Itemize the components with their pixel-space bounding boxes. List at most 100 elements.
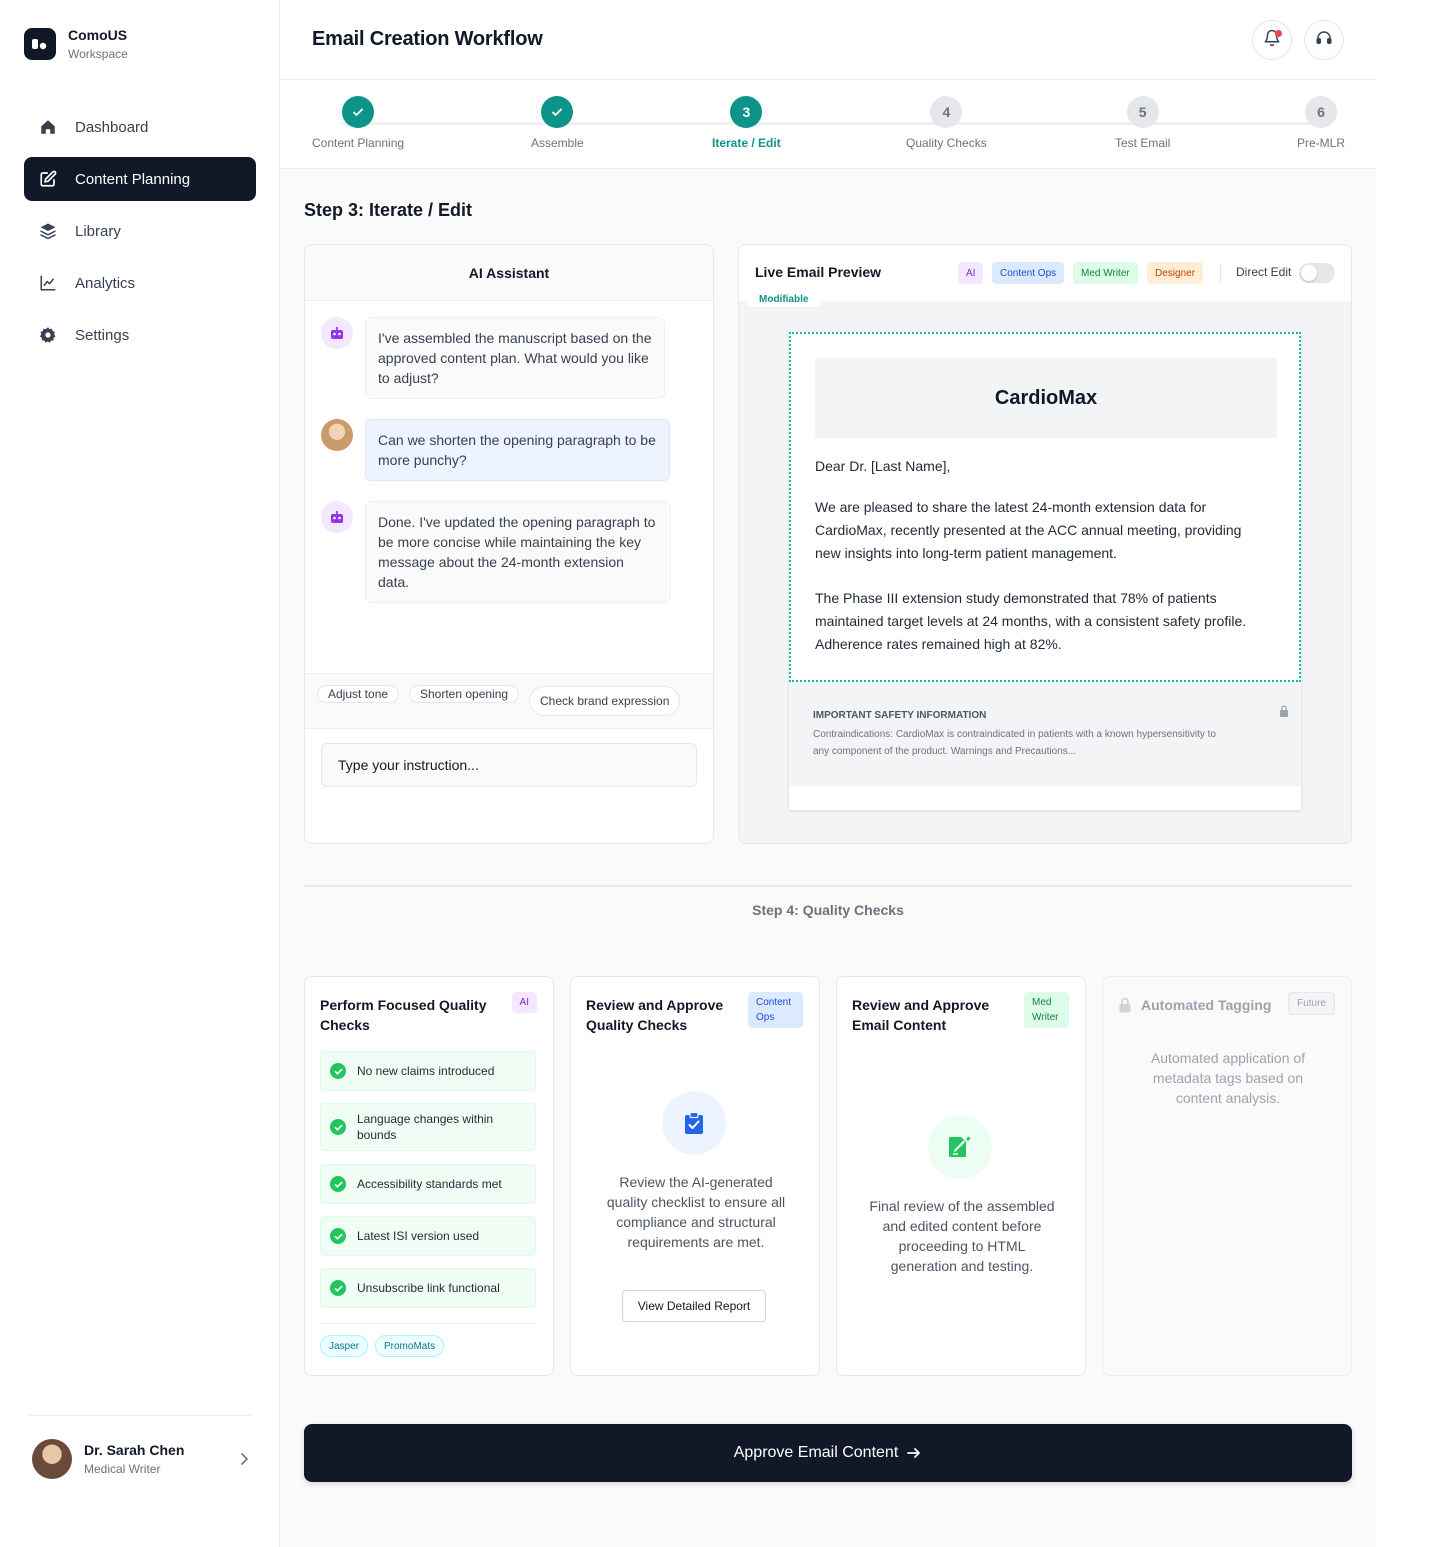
view-detailed-report-button[interactable]: View Detailed Report (622, 1290, 766, 1322)
email-brand-header: CardioMax (815, 358, 1277, 438)
sidebar-item-library[interactable]: Library (24, 209, 256, 253)
role-tag-designer: Designer (1147, 262, 1204, 284)
suggestion-chip[interactable]: Shorten opening (409, 685, 520, 703)
sidebar-item-label: Content Planning (75, 170, 191, 188)
card-title: Perform Focused Quality Checks (320, 997, 487, 1033)
approve-email-content-button[interactable]: Approve Email Content (304, 1424, 1352, 1482)
editable-region[interactable]: CardioMax Dear Dr. [Last Name], We are p… (789, 332, 1301, 682)
page-header: Email Creation Workflow (280, 0, 1376, 80)
notifications-button[interactable] (1252, 20, 1292, 60)
check-label: Unsubscribe link functional (357, 1281, 500, 1295)
step-label: Test Email (1115, 136, 1171, 150)
step-test-email[interactable]: 5 Test Email (1115, 96, 1170, 150)
notification-dot (1275, 30, 1282, 37)
card-title: Review and Approve Quality Checks (586, 997, 724, 1033)
step-number: 5 (1126, 96, 1159, 128)
brand-logo-icon (24, 28, 56, 60)
suggestion-chip[interactable]: Check brand expression (529, 686, 681, 716)
user-profile[interactable]: Dr. Sarah Chen Medical Writer (32, 1439, 252, 1479)
sidebar-item-dashboard[interactable]: Dashboard (24, 105, 256, 149)
check-item: Unsubscribe link functional (320, 1268, 536, 1308)
review-email-content-card: Review and Approve Email Content Med Wri… (836, 976, 1086, 1376)
review-quality-checks-card: Review and Approve Quality Checks Conten… (570, 976, 820, 1376)
divider (28, 1415, 252, 1416)
divider (1220, 263, 1221, 283)
support-button[interactable] (1304, 20, 1344, 60)
isi-title: IMPORTANT SAFETY INFORMATION (813, 710, 987, 721)
sidebar-item-label: Settings (75, 326, 130, 344)
sidebar-nav: Dashboard Content Planning Library Analy… (24, 105, 256, 365)
sidebar-item-label: Dashboard (75, 118, 149, 136)
suggestion-bar: Adjust tone Shorten opening Check brand … (305, 673, 713, 729)
step-content-planning[interactable]: Content Planning (312, 96, 404, 150)
check-circle-icon (330, 1119, 346, 1135)
step-number: 6 (1305, 96, 1337, 128)
isi-text: Contraindications: CardioMax is contrain… (813, 729, 1216, 757)
tool-chip-promomats[interactable]: PromoMats (375, 1335, 445, 1357)
step-number: 3 (730, 96, 763, 128)
role-tag-content-ops: Content Ops (992, 262, 1065, 284)
card-title: Automated Tagging (1141, 997, 1272, 1013)
card-title: Review and Approve Email Content (852, 997, 990, 1033)
section-title: Step 3: Iterate / Edit (304, 200, 473, 220)
modifiable-badge: Modifiable (747, 291, 821, 307)
check-item: No new claims introduced (320, 1051, 536, 1091)
sidebar-item-analytics[interactable]: Analytics (24, 261, 256, 305)
check-circle-icon (330, 1063, 346, 1079)
lock-icon (1279, 704, 1289, 722)
check-circle-icon (330, 1176, 346, 1192)
sidebar: ComoUS Workspace Dashboard Content Plann… (0, 0, 280, 1547)
page-title: Email Creation Workflow (312, 28, 543, 50)
chat-bubble: I've assembled the manuscript based on t… (365, 317, 665, 399)
tool-chip-jasper[interactable]: Jasper (320, 1335, 369, 1357)
gear-icon (38, 325, 58, 345)
step-iterate-edit[interactable]: 3 Iterate / Edit (712, 96, 781, 150)
section-divider (304, 885, 1352, 887)
card-description: Review the AI-generated quality checklis… (606, 1174, 786, 1250)
headset-icon (1315, 29, 1333, 52)
user-role: Medical Writer (84, 1462, 161, 1476)
robot-icon (321, 317, 353, 349)
step-pre-mlr[interactable]: 6 Pre-MLR (1297, 96, 1345, 150)
sidebar-item-content-planning[interactable]: Content Planning (24, 157, 256, 201)
step-quality-checks[interactable]: 4 Quality Checks (906, 96, 987, 150)
preview-header: Live Email Preview AI Content Ops Med Wr… (739, 245, 1351, 301)
check-label: No new claims introduced (357, 1064, 495, 1078)
stepper-track (340, 122, 1320, 125)
sidebar-item-settings[interactable]: Settings (24, 313, 256, 357)
instruction-input[interactable]: Type your instruction... (321, 743, 697, 787)
layers-icon (38, 221, 58, 241)
suggestion-chip[interactable]: Adjust tone (317, 685, 400, 703)
step-label: Assemble (531, 136, 584, 150)
check-circle-icon (330, 1280, 346, 1296)
brand-subtitle: Workspace (68, 47, 128, 61)
check-label: Latest ISI version used (357, 1229, 480, 1243)
toggle-knob (1301, 265, 1317, 281)
check-icon (342, 96, 375, 128)
chat-message: Done. I've updated the opening paragraph… (321, 501, 671, 603)
clipboard-check-icon (662, 1091, 726, 1155)
workflow-stepper: Content Planning Assemble 3 Iterate / Ed… (280, 80, 1376, 169)
email-paragraph: We are pleased to share the latest 24-mo… (815, 499, 1242, 561)
step-assemble[interactable]: Assemble (531, 96, 584, 150)
direct-edit-label: Direct Edit (1236, 265, 1292, 279)
panel-title: AI Assistant (305, 245, 713, 301)
step-label: Quality Checks (906, 136, 987, 150)
step-label: Content Planning (312, 136, 405, 150)
avatar (321, 419, 353, 451)
check-item: Language changes within bounds (320, 1103, 536, 1151)
divider (320, 1323, 536, 1324)
chevron-right-icon (236, 1451, 252, 1467)
automated-tagging-card: Automated Tagging Future Automated appli… (1102, 976, 1352, 1376)
robot-icon (321, 501, 353, 533)
brand-name: ComoUS (68, 27, 128, 43)
check-icon (541, 96, 574, 128)
quality-checks-card: Perform Focused Quality Checks AI No new… (304, 976, 554, 1376)
check-circle-icon (330, 1228, 346, 1244)
user-name: Dr. Sarah Chen (84, 1442, 185, 1458)
check-label: Accessibility standards met (357, 1177, 502, 1191)
isi-section: IMPORTANT SAFETY INFORMATION Contraindic… (789, 682, 1301, 786)
ai-assistant-panel: AI Assistant I've assembled the manuscri… (304, 244, 714, 844)
direct-edit-toggle[interactable] (1299, 263, 1335, 283)
home-icon (38, 117, 58, 137)
